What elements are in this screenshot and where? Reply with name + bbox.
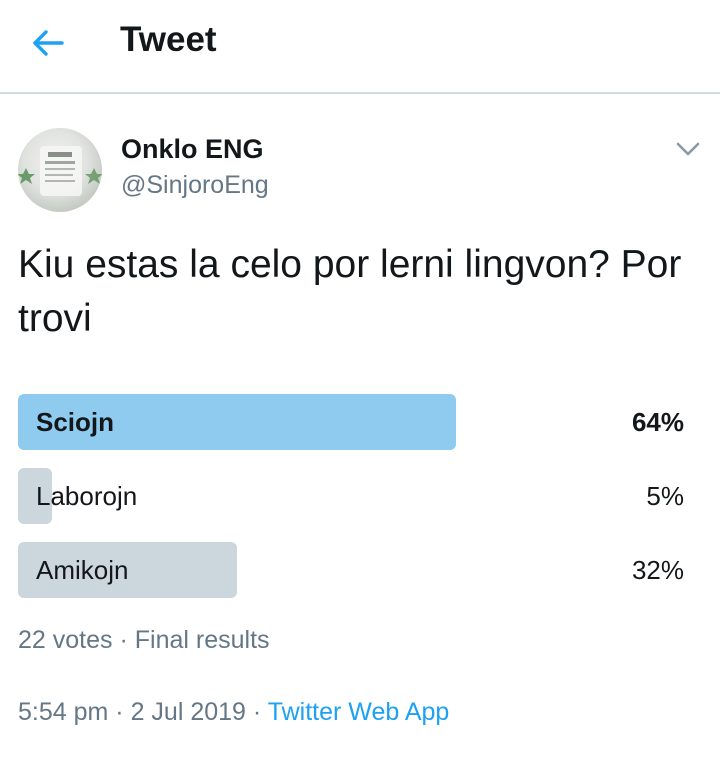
author-handle[interactable]: @SinjoroEng: [121, 171, 269, 200]
arrow-left-icon: [33, 30, 64, 56]
more-options-button[interactable]: [674, 138, 702, 160]
avatar-image: [18, 146, 102, 196]
top-app-bar: Tweet: [0, 0, 720, 94]
poll-status: Final results: [134, 626, 270, 654]
poll-option-label: Laborojn: [36, 481, 138, 511]
back-button[interactable]: [26, 26, 70, 60]
poll-option-label: Amikojn: [36, 555, 129, 585]
poll-option-percent: 32%: [631, 555, 684, 585]
poll-option-sciojn: Sciojn 64%: [18, 394, 704, 450]
avatar[interactable]: [18, 128, 102, 212]
page-title: Tweet: [120, 20, 217, 59]
poll-option-amikojn: Amikojn 32%: [18, 542, 704, 598]
poll-option-laborojn: Laborojn 5%: [18, 468, 704, 524]
poll-option-percent: 5%: [646, 481, 684, 511]
separator-dot: ·: [119, 626, 128, 654]
tweet-source-link[interactable]: Twitter Web App: [268, 698, 450, 726]
poll-summary: 22 votes · Final results: [18, 626, 270, 655]
separator-dot: ·: [252, 698, 262, 726]
tweet-timestamp: 5:54 pm · 2 Jul 2019 · Twitter Web App: [18, 698, 449, 727]
poll-option-percent: 64%: [631, 407, 684, 437]
poll-option-label: Sciojn: [36, 407, 115, 437]
tweet-date[interactable]: 2 Jul 2019: [131, 698, 246, 726]
separator-dot: ·: [115, 698, 124, 726]
chevron-down-icon: [676, 142, 700, 156]
author-display-name[interactable]: Onklo ENG: [121, 134, 264, 165]
poll-vote-count: 22 votes: [18, 626, 113, 654]
tweet-time[interactable]: 5:54 pm: [18, 698, 108, 726]
tweet-text: Kiu estas la celo por lerni lingvon? Por…: [18, 243, 682, 340]
